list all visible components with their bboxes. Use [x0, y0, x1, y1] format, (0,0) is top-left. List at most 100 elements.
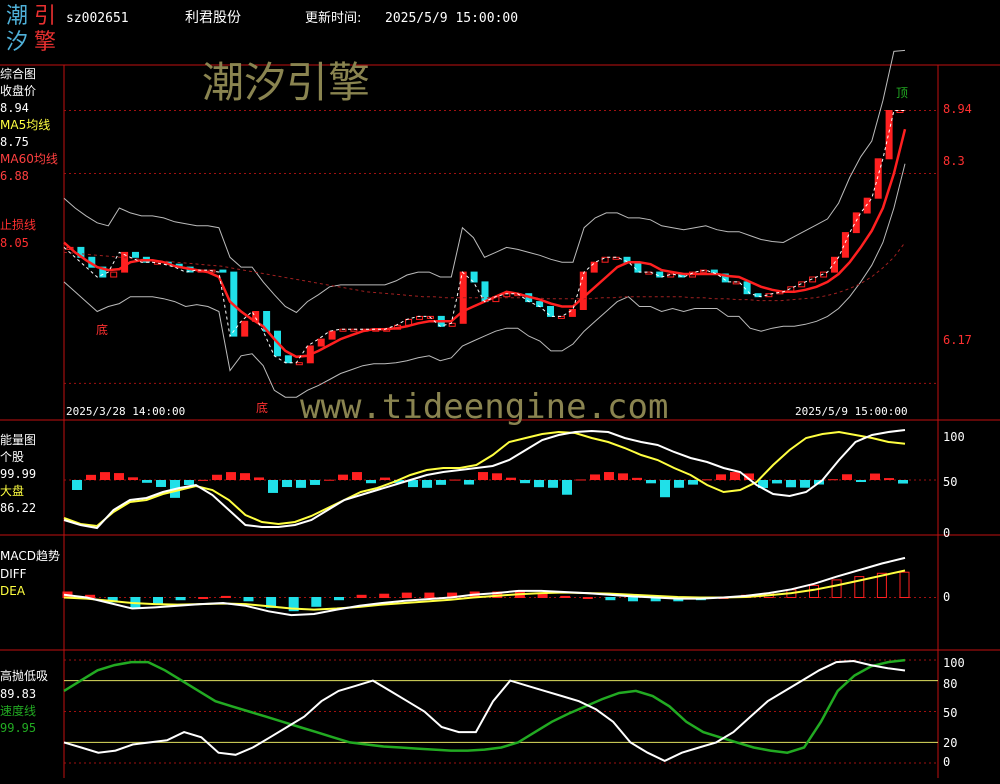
energy-bar: [618, 473, 628, 480]
energy-bar: [856, 480, 866, 483]
close-value: 8.94: [0, 101, 29, 115]
energy-bar: [324, 479, 334, 481]
energy-bar: [268, 480, 278, 493]
candle: [568, 309, 576, 317]
speed-axis-50: 50: [943, 706, 958, 720]
candle: [328, 330, 336, 340]
energy-bar: [688, 480, 698, 485]
energy-bar: [898, 480, 908, 484]
main-panel-title: 综合图: [0, 67, 37, 81]
candle: [284, 355, 292, 364]
macd-bar: [628, 597, 638, 602]
update-label: 更新时间:: [305, 11, 362, 26]
energy-axis-0: 0: [943, 526, 951, 540]
stock-code: sz002651: [66, 11, 129, 26]
energy-bar: [828, 479, 838, 481]
main-axis-label-low: 6.17: [943, 333, 972, 347]
energy-bar: [72, 480, 82, 490]
energy-axis-50: 50: [943, 475, 958, 489]
macd-diff-line: [63, 556, 906, 617]
watermark-brand: 潮汐引擎: [202, 58, 371, 107]
bottom-marker: 底: [96, 323, 109, 337]
candle: [579, 271, 587, 311]
energy-bar: [450, 479, 460, 481]
energy-bar: [86, 474, 96, 480]
energy-bar: [100, 472, 110, 480]
macd-panel-title: MACD趋势: [0, 549, 60, 563]
energy-bar: [422, 480, 432, 488]
stock-name: 利君股份: [185, 10, 241, 26]
energy-bar: [660, 480, 670, 498]
lower-band: [63, 163, 906, 398]
close-label: 收盘价: [0, 84, 37, 98]
energy-bar: [674, 480, 684, 488]
speed-line-label: 速度线: [0, 704, 37, 718]
candle: [317, 338, 325, 347]
tide-engine-logo: 潮 引 汐 擎: [4, 4, 60, 60]
candle: [110, 271, 118, 278]
macd-bar: [198, 597, 209, 599]
candle: [863, 197, 871, 214]
energy-bar: [226, 472, 236, 480]
candle: [601, 256, 609, 263]
energy-bar: [646, 480, 656, 484]
energy-panel-title: 能量图: [0, 433, 37, 447]
macd-bar: [379, 593, 390, 599]
energy-bar: [464, 480, 474, 485]
logo-char-3: 汐: [6, 30, 29, 55]
energy-bar: [282, 480, 292, 488]
energy-bar: [478, 472, 488, 480]
main-axis-label-mid: 8.3: [943, 154, 965, 168]
macd-bar: [899, 571, 910, 599]
energy-bar: [436, 480, 446, 485]
macd-bar: [334, 597, 344, 601]
energy-bar: [576, 479, 586, 481]
energy-bar: [870, 473, 880, 480]
candle: [481, 281, 489, 303]
macd-bar: [809, 584, 819, 599]
energy-bar: [380, 477, 390, 480]
speed-panel-value: 89.83: [0, 687, 37, 701]
energy-bar: [366, 480, 376, 484]
candle: [831, 256, 838, 273]
energy-bar: [114, 473, 124, 480]
energy-market-label: 大盘: [0, 484, 25, 498]
energy-bar: [212, 474, 222, 480]
energy-bar: [632, 477, 642, 480]
update-time: 2025/5/9 15:00:00: [385, 11, 519, 26]
chart-window[interactable]: 潮 引 汐 擎 sz002651 利君股份 更新时间: 2025/5/9 15:…: [0, 0, 1000, 780]
energy-bar: [786, 480, 796, 488]
candle: [132, 251, 139, 258]
macd-bar: [401, 592, 412, 598]
main-axis-label-top: 8.94: [943, 102, 972, 116]
candle: [634, 261, 642, 273]
macd-bar: [560, 595, 571, 599]
energy-bar: [772, 480, 782, 484]
energy-bar: [492, 473, 502, 480]
candle: [590, 261, 598, 273]
energy-bar: [338, 474, 348, 480]
energy-bar: [842, 474, 852, 480]
energy-bar: [254, 477, 264, 480]
macd-bar: [831, 579, 842, 599]
energy-market-value: 86.22: [0, 501, 37, 515]
macd-bar: [175, 597, 186, 601]
candle: [874, 158, 882, 199]
candle: [547, 306, 554, 317]
logo-char-1: 潮: [6, 4, 29, 29]
energy-axis-100: 100: [943, 430, 965, 444]
energy-bar: [156, 480, 166, 487]
macd-dea-label: DEA: [0, 584, 26, 598]
speed-axis-100: 100: [943, 656, 965, 670]
energy-bar: [702, 479, 712, 481]
watermark-url: www.tideengine.com: [300, 387, 669, 427]
stop-loss-label: 止损线: [0, 218, 37, 232]
macd-bar: [243, 597, 254, 602]
stop-loss-value: 8.05: [0, 236, 29, 250]
speed-axis-0: 0: [943, 755, 951, 769]
energy-bar: [184, 480, 194, 486]
macd-dea-line: [63, 569, 906, 611]
energy-bar: [590, 474, 600, 480]
speed-axis-80: 80: [943, 677, 958, 691]
date-start: 2025/3/28 14:00:00: [66, 405, 186, 418]
